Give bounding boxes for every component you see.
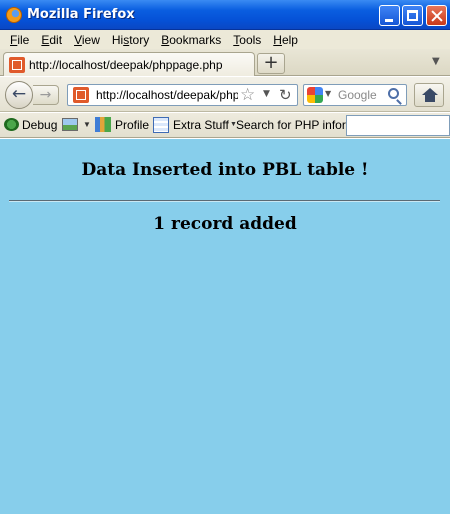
record-added-heading: 1 record added (153, 214, 297, 234)
url-input[interactable]: http://localhost/deepak/phppage.php (96, 88, 238, 102)
extension-toolbar: Debug ▼ Profile Extra Stuff ▼ Search for… (0, 113, 450, 138)
back-arrow-icon: ← (11, 84, 27, 104)
home-icon-base (425, 95, 435, 102)
menu-view[interactable]: View (68, 33, 106, 47)
new-tab-button[interactable]: + (257, 53, 285, 74)
inserted-heading: Data Inserted into PBL table ! (81, 160, 369, 180)
profile-button[interactable]: Profile (115, 118, 149, 132)
horizontal-rule (9, 200, 440, 202)
close-button[interactable] (426, 5, 447, 26)
navigation-toolbar: ← → http://localhost/deepak/phppage.php … (0, 77, 450, 112)
home-button[interactable] (414, 83, 444, 107)
url-bar[interactable]: http://localhost/deepak/phppage.php ☆ ▼ … (67, 84, 298, 106)
url-favicon-icon (73, 87, 89, 103)
menu-edit-rest: dit (49, 32, 63, 47)
menu-bookmarks-rest: ookmarks (169, 32, 222, 47)
menu-history-pre: Hi (111, 32, 124, 47)
firefox-logo-icon (6, 7, 22, 23)
image-dropdown-icon[interactable]: ▼ (83, 120, 91, 129)
php-search-input[interactable] (346, 115, 450, 136)
search-bar[interactable]: ▼ Google (303, 84, 407, 106)
menu-history[interactable]: History (106, 33, 155, 47)
bug-icon[interactable] (4, 118, 19, 131)
search-icon[interactable] (388, 88, 399, 99)
calendar-icon[interactable] (153, 117, 169, 133)
minimize-icon (385, 19, 393, 22)
forward-button[interactable]: → (33, 85, 59, 105)
window-title-bar[interactable]: Mozilla Firefox (0, 0, 450, 30)
menu-tools-rest: ools (239, 32, 262, 47)
profile-chart-icon[interactable] (95, 117, 111, 132)
debug-button[interactable]: Debug (22, 118, 57, 132)
menu-file-rest: ile (17, 32, 30, 47)
bookmark-star-icon[interactable]: ☆ (240, 85, 255, 105)
tab-title: http://localhost/deepak/phppage.php (29, 58, 223, 72)
tab-active[interactable]: http://localhost/deepak/phppage.php (3, 52, 255, 76)
menu-edit[interactable]: Edit (35, 33, 68, 47)
tab-list-arrow-icon[interactable]: ▼ (432, 56, 440, 67)
menu-help[interactable]: Help (267, 33, 304, 47)
forward-arrow-icon: → (39, 87, 52, 103)
menu-help-accel: H (273, 32, 282, 47)
menu-help-rest: elp (281, 32, 298, 47)
extra-stuff-button[interactable]: Extra Stuff (173, 118, 229, 132)
menu-history-rest: tory (129, 32, 150, 47)
search-input[interactable]: Google (338, 88, 377, 102)
window-title: Mozilla Firefox (27, 7, 135, 22)
maximize-button[interactable] (402, 5, 423, 26)
image-icon[interactable] (62, 118, 78, 131)
menu-tools[interactable]: Tools (227, 33, 267, 47)
menu-bookmarks[interactable]: Bookmarks (155, 33, 227, 47)
menu-file[interactable]: File (4, 33, 35, 47)
tab-strip: http://localhost/deepak/phppage.php + ▼ (0, 49, 450, 76)
home-icon (422, 88, 438, 95)
url-history-dropdown-icon[interactable]: ▼ (263, 89, 270, 99)
back-button[interactable]: ← (5, 81, 33, 109)
minimize-button[interactable] (379, 5, 400, 26)
maximize-icon (407, 10, 418, 21)
google-icon[interactable] (307, 87, 323, 103)
reload-icon[interactable]: ↻ (279, 86, 292, 104)
page-favicon-icon (9, 57, 25, 73)
menu-view-accel: V (74, 32, 82, 47)
page-content: Data Inserted into PBL table ! 1 record … (0, 139, 450, 514)
menu-bar: File Edit View History Bookmarks Tools H… (0, 30, 450, 49)
search-engine-dropdown-icon[interactable]: ▼ (325, 89, 331, 98)
menu-view-rest: iew (81, 32, 100, 47)
